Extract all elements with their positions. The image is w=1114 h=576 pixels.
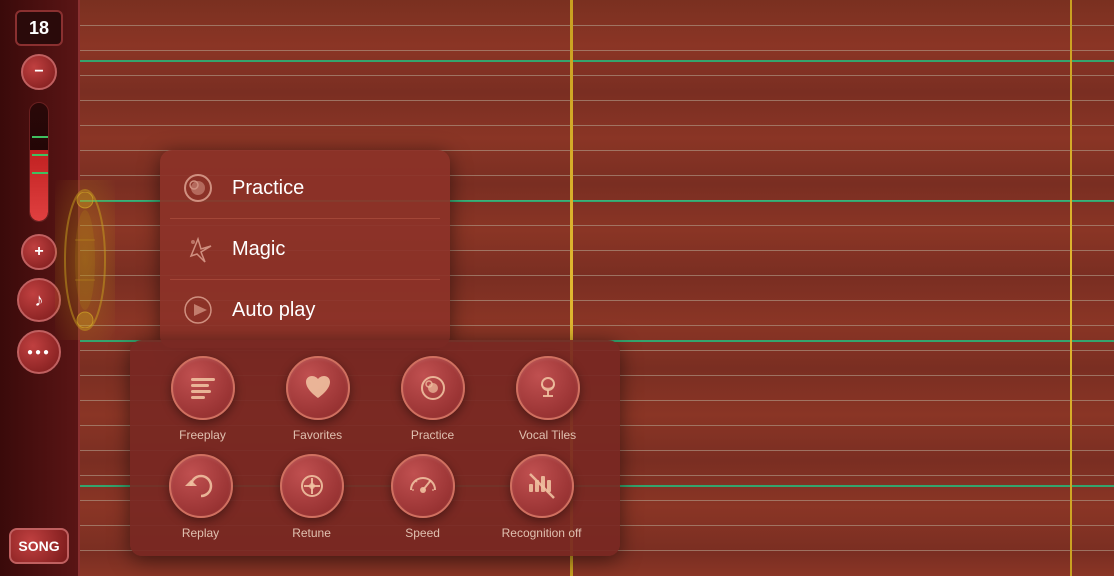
retune-control[interactable]: Retune [280,454,344,540]
favorites-label: Favorites [293,428,342,442]
magic-mode-icon [180,231,216,267]
recognition-off-button[interactable] [510,454,574,518]
vol-marker-3 [32,172,48,174]
practice-mode-icon [180,170,216,206]
vocal-tiles-button[interactable] [516,356,580,420]
practice-label-2: Practice [411,428,454,442]
vocal-tiles-control[interactable]: Vocal Tiles [516,356,580,442]
string-line [80,75,1114,76]
favorites-control[interactable]: Favorites [286,356,350,442]
volume-minus-button[interactable]: − [21,54,57,90]
volume-plus-button[interactable]: + [21,234,57,270]
plus-icon: + [34,243,43,261]
more-icon: ●●● [27,347,51,358]
song-label: SONG [18,538,59,554]
vol-marker-2 [32,154,48,156]
retune-label: Retune [292,526,331,540]
string-line [80,100,1114,101]
controls-row-1: Freeplay Favorites Practice [150,356,600,442]
speed-button[interactable] [391,454,455,518]
number-badge: 18 [15,10,63,46]
vocal-tiles-label: Vocal Tiles [519,428,576,442]
speed-label: Speed [405,526,440,540]
string-line [80,125,1114,126]
controls-separator [150,442,600,454]
mode-item-practice[interactable]: Practice [160,158,450,218]
retune-button[interactable] [280,454,344,518]
volume-area [29,102,49,222]
practice-button[interactable] [401,356,465,420]
vol-marker-1 [32,136,48,138]
magic-label: Magic [232,238,285,261]
practice-control[interactable]: Practice [401,356,465,442]
bridge-line-right [1070,0,1072,576]
song-button[interactable]: SONG [9,528,69,564]
recognition-off-control[interactable]: Recognition off [502,454,582,540]
mode-item-autoplay[interactable]: Auto play [160,280,450,340]
ornament-decoration [55,180,115,340]
freeplay-label: Freeplay [179,428,226,442]
number-value: 18 [29,18,49,39]
string-line [80,50,1114,51]
mode-menu: Practice Magic Auto play [160,150,450,348]
freeplay-control[interactable]: Freeplay [171,356,235,442]
volume-slider[interactable] [29,102,49,222]
volume-fill [30,150,48,221]
recognition-off-label: Recognition off [502,526,582,540]
replay-label: Replay [182,526,219,540]
autoplay-label: Auto play [232,299,315,322]
favorites-button[interactable] [286,356,350,420]
string-line [80,25,1114,26]
mode-item-magic[interactable]: Magic [160,219,450,279]
controls-panel: Freeplay Favorites Practice [130,340,620,556]
controls-row-2: Replay Retune [150,454,600,540]
green-string [80,60,1114,62]
replay-button[interactable] [169,454,233,518]
replay-control[interactable]: Replay [169,454,233,540]
autoplay-mode-icon [180,292,216,328]
freeplay-button[interactable] [171,356,235,420]
speed-control[interactable]: Speed [391,454,455,540]
practice-label: Practice [232,177,304,200]
minus-icon: − [34,63,43,81]
music-icon: ♪ [35,290,44,311]
